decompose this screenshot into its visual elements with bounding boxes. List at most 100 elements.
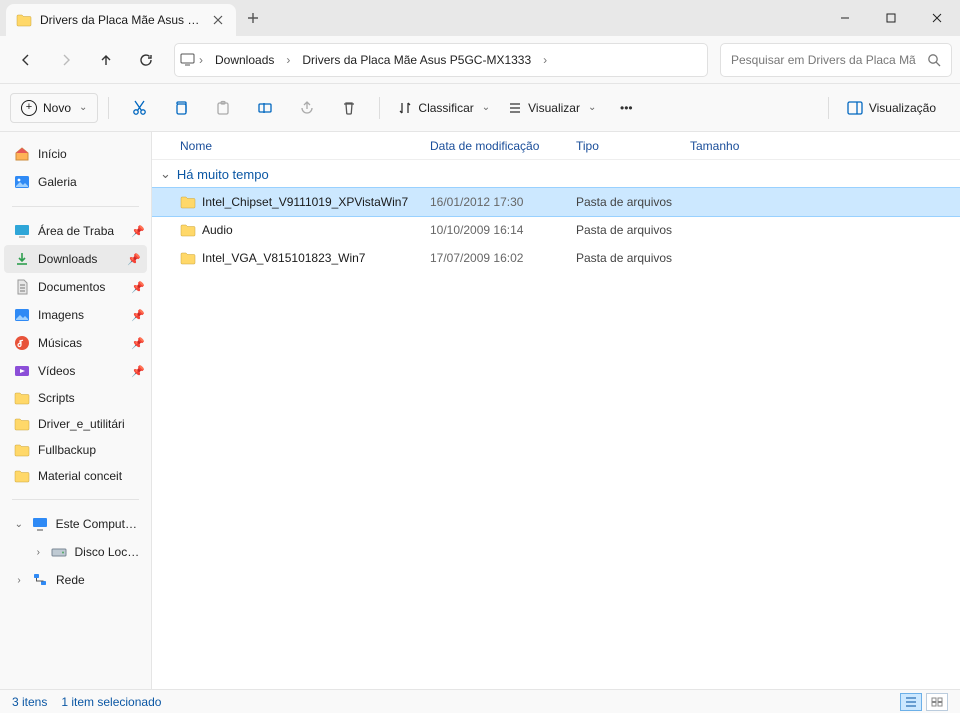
new-button[interactable]: + Novo ⌄ — [10, 93, 98, 123]
new-label: Novo — [43, 101, 71, 115]
minimize-button[interactable] — [822, 0, 868, 36]
sidebar-item-downloads[interactable]: Downloads 📌 — [4, 245, 147, 273]
chevron-down-icon: ⌄ — [588, 102, 596, 113]
table-row[interactable]: Intel_Chipset_V9111019_XPVistaWin716/01/… — [152, 188, 960, 216]
navigation-pane: Início Galeria Área de Traba 📌 Downloads… — [0, 132, 152, 689]
status-bar: 3 itens 1 item selecionado — [0, 689, 960, 713]
row-date: 17/07/2009 16:02 — [422, 251, 568, 265]
pin-icon: 📌 — [131, 225, 145, 238]
chevron-down-icon: ⌄ — [79, 102, 87, 113]
home-icon — [14, 146, 30, 162]
share-button[interactable] — [287, 90, 327, 126]
view-button[interactable]: Visualizar ⌄ — [500, 90, 604, 126]
pictures-icon — [14, 307, 30, 323]
back-button[interactable] — [8, 42, 44, 78]
chevron-right-icon[interactable]: › — [34, 547, 43, 558]
download-icon — [14, 251, 30, 267]
sidebar-item-scripts[interactable]: Scripts — [0, 385, 151, 411]
cut-button[interactable] — [119, 90, 159, 126]
row-type: Pasta de arquivos — [568, 223, 728, 237]
forward-button[interactable] — [48, 42, 84, 78]
sidebar-item-home[interactable]: Início — [0, 140, 151, 168]
monitor-icon — [179, 52, 195, 68]
sidebar-item-fullbackup[interactable]: Fullbackup — [0, 437, 151, 463]
pin-icon: 📌 — [131, 309, 145, 322]
search-icon — [927, 53, 941, 67]
chevron-right-icon[interactable]: › — [541, 44, 549, 76]
tab-title: Drivers da Placa Mãe Asus P5G — [40, 13, 202, 27]
command-bar: + Novo ⌄ Classificar ⌄ Visualizar ⌄ ••• … — [0, 84, 960, 132]
tab-current[interactable]: Drivers da Placa Mãe Asus P5G — [6, 4, 236, 36]
delete-button[interactable] — [329, 90, 369, 126]
folder-icon — [180, 251, 196, 265]
folder-icon — [14, 469, 30, 483]
table-row[interactable]: Intel_VGA_V815101823_Win717/07/2009 16:0… — [152, 244, 960, 272]
pin-icon: 📌 — [131, 337, 145, 350]
group-header[interactable]: ⌄ Há muito tempo — [152, 160, 960, 188]
row-type: Pasta de arquivos — [568, 251, 728, 265]
title-bar: Drivers da Placa Mãe Asus P5G — [0, 0, 960, 36]
sidebar-item-material[interactable]: Material conceit — [0, 463, 151, 489]
window-controls — [822, 0, 960, 36]
sort-label: Classificar — [418, 101, 473, 115]
chevron-right-icon[interactable]: › — [197, 44, 205, 76]
breadcrumb-current[interactable]: Drivers da Placa Mãe Asus P5GC-MX1333 — [294, 44, 539, 76]
more-button[interactable]: ••• — [606, 90, 646, 126]
column-headers[interactable]: Nome Data de modificação Tipo Tamanho — [152, 132, 960, 160]
folder-icon — [14, 443, 30, 457]
column-name[interactable]: Nome — [172, 139, 422, 153]
tab-close-button[interactable] — [210, 12, 226, 28]
sidebar-item-documents[interactable]: Documentos 📌 — [0, 273, 151, 301]
sidebar-item-music[interactable]: Músicas 📌 — [0, 329, 151, 357]
column-date[interactable]: Data de modificação — [422, 139, 568, 153]
up-button[interactable] — [88, 42, 124, 78]
details-label: Visualização — [869, 101, 936, 115]
column-size[interactable]: Tamanho — [682, 139, 772, 153]
refresh-button[interactable] — [128, 42, 164, 78]
chevron-right-icon[interactable]: › — [284, 44, 292, 76]
chevron-down-icon: ⌄ — [160, 166, 171, 182]
gallery-icon — [14, 174, 30, 190]
details-view-button[interactable] — [900, 693, 922, 711]
sidebar-item-this-pc[interactable]: ⌄ Este Computado — [0, 510, 151, 538]
column-type[interactable]: Tipo — [568, 139, 682, 153]
details-pane-button[interactable]: Visualização — [839, 90, 944, 126]
computer-icon — [32, 516, 48, 532]
row-name: Audio — [172, 223, 422, 237]
table-row[interactable]: Audio10/10/2009 16:14Pasta de arquivos — [152, 216, 960, 244]
network-icon — [32, 572, 48, 588]
breadcrumb-downloads[interactable]: Downloads — [207, 44, 282, 76]
folder-icon — [14, 417, 30, 431]
folder-icon — [14, 391, 30, 405]
thumbnails-view-button[interactable] — [926, 693, 948, 711]
copy-button[interactable] — [161, 90, 201, 126]
sort-button[interactable]: Classificar ⌄ — [390, 90, 498, 126]
maximize-button[interactable] — [868, 0, 914, 36]
sidebar-item-gallery[interactable]: Galeria — [0, 168, 151, 196]
close-button[interactable] — [914, 0, 960, 36]
folder-icon — [180, 223, 196, 237]
sidebar-item-drivers[interactable]: Driver_e_utilitári — [0, 411, 151, 437]
chevron-down-icon[interactable]: ⌄ — [14, 519, 24, 530]
chevron-right-icon[interactable]: › — [14, 575, 24, 586]
pin-icon: 📌 — [127, 253, 141, 266]
search-input[interactable]: Pesquisar em Drivers da Placa Mã — [720, 43, 952, 77]
sidebar-item-pictures[interactable]: Imagens 📌 — [0, 301, 151, 329]
new-tab-button[interactable] — [236, 0, 270, 36]
folder-icon — [180, 195, 196, 209]
sidebar-item-desktop[interactable]: Área de Traba 📌 — [0, 217, 151, 245]
plus-circle-icon: + — [21, 100, 37, 116]
sidebar-item-videos[interactable]: Vídeos 📌 — [0, 357, 151, 385]
view-label: Visualizar — [528, 101, 580, 115]
sidebar-item-network[interactable]: › Rede — [0, 566, 151, 594]
folder-icon — [16, 12, 32, 28]
row-type: Pasta de arquivos — [568, 195, 728, 209]
breadcrumb[interactable]: › Downloads › Drivers da Placa Mãe Asus … — [174, 43, 708, 77]
paste-button[interactable] — [203, 90, 243, 126]
sidebar-item-local-disk[interactable]: › Disco Local (C — [0, 538, 151, 566]
music-icon — [14, 335, 30, 351]
rename-button[interactable] — [245, 90, 285, 126]
chevron-down-icon: ⌄ — [482, 102, 490, 113]
row-date: 16/01/2012 17:30 — [422, 195, 568, 209]
item-count: 3 itens — [12, 695, 47, 709]
